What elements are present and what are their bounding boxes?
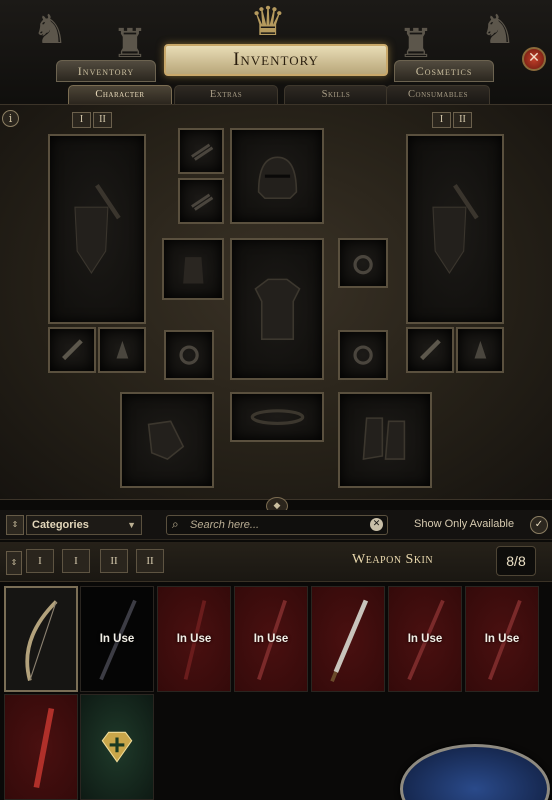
weapon-set-1-button[interactable]: I	[72, 112, 91, 128]
ring-icon	[353, 345, 373, 365]
crystal-icon	[116, 341, 128, 359]
skin-cell[interactable]: In Use	[157, 586, 231, 692]
weapon-set-2-button[interactable]: II	[453, 112, 472, 128]
sword-icon	[33, 707, 55, 789]
ring-icon	[179, 345, 199, 365]
chevron-down-icon: ▼	[127, 520, 136, 530]
subtab-skills[interactable]: Skills	[284, 85, 388, 105]
add-skin-icon	[101, 731, 133, 763]
angel-ornament-icon: ♛	[250, 0, 286, 44]
subtab-character[interactable]: Character	[68, 85, 172, 105]
sword-shield-icon	[432, 183, 479, 274]
arrow-icon	[191, 193, 214, 212]
show-only-available-label: Show Only Available	[414, 518, 515, 530]
flask-slot-left-1[interactable]	[48, 327, 96, 373]
skin-cell[interactable]	[80, 694, 154, 800]
flask-icon	[419, 339, 441, 361]
sort-toggle-icon[interactable]: ⇕	[6, 515, 24, 535]
griffin-ornament-icon: ♞	[480, 7, 516, 52]
show-only-available-checkbox[interactable]: ✓	[530, 516, 548, 534]
gloves-slot[interactable]	[120, 392, 214, 488]
arrow-icon	[191, 143, 214, 162]
in-use-label: In Use	[99, 633, 135, 645]
weapon-set-filter-1a[interactable]: I	[26, 549, 54, 573]
categories-dropdown[interactable]: Categories ▼	[26, 515, 142, 535]
weapon-slot-right[interactable]	[406, 134, 504, 324]
quiver-slot-1[interactable]	[178, 128, 224, 174]
subtab-extras[interactable]: Extras	[174, 85, 278, 105]
skin-cell[interactable]	[4, 694, 78, 800]
crystal-icon	[474, 341, 486, 359]
search-input[interactable]	[190, 516, 366, 534]
weapon-skin-count: 8/8	[496, 546, 536, 576]
sword-shield-icon	[74, 183, 121, 274]
flask-slot-left-2[interactable]	[98, 327, 146, 373]
tab-cosmetics[interactable]: Cosmetics	[394, 60, 494, 82]
flask-icon	[61, 339, 83, 361]
info-icon[interactable]: i	[2, 110, 19, 127]
skin-cell[interactable]: In Use	[234, 586, 308, 692]
weapon-set-toggle-left: I II	[72, 112, 112, 128]
categories-label: Categories	[32, 519, 89, 531]
weapon-set-filter-2a[interactable]: II	[100, 549, 128, 573]
amulet-slot[interactable]	[338, 238, 388, 288]
weapon-set-filter-2b[interactable]: II	[136, 549, 164, 573]
in-use-label: In Use	[176, 633, 212, 645]
weapon-skin-title: Weapon Skin	[352, 552, 434, 567]
belt-icon	[250, 409, 304, 425]
boots-slot[interactable]	[338, 392, 432, 488]
helmet-icon	[257, 156, 297, 199]
weapon-set-filter-1b[interactable]: I	[62, 549, 90, 573]
offhand-slot[interactable]	[162, 238, 224, 300]
skin-cell[interactable]: In Use	[465, 586, 539, 692]
amulet-icon	[353, 254, 373, 275]
subtab-consumables[interactable]: Consumables	[386, 85, 490, 105]
ring-slot-left[interactable]	[164, 330, 214, 380]
griffin-ornament-icon: ♞	[32, 7, 68, 52]
belt-slot[interactable]	[230, 392, 324, 442]
skin-cell[interactable]	[4, 586, 78, 692]
ring-slot-right[interactable]	[338, 330, 388, 380]
weapon-slot-left[interactable]	[48, 134, 146, 324]
body-armour-slot[interactable]	[230, 238, 324, 380]
flask-slot-right-2[interactable]	[456, 327, 504, 373]
clear-search-icon[interactable]: ✕	[370, 518, 383, 531]
skin-cell[interactable]	[311, 586, 385, 692]
boots-icon	[362, 417, 405, 460]
sort-toggle-icon[interactable]: ⇕	[6, 551, 22, 575]
tab-inventory[interactable]: Inventory	[56, 60, 156, 82]
quiver-slot-2[interactable]	[178, 178, 224, 224]
in-use-label: In Use	[484, 633, 520, 645]
skin-cell[interactable]: In Use	[388, 586, 462, 692]
weapon-set-toggle-right: I II	[432, 112, 472, 128]
helmet-slot[interactable]	[230, 128, 324, 224]
search-icon: ⌕	[172, 517, 179, 531]
sword-icon	[330, 599, 369, 683]
flask-slot-right-1[interactable]	[406, 327, 454, 373]
skin-cell[interactable]: In Use	[80, 586, 154, 692]
gloves-icon	[147, 420, 184, 460]
in-use-label: In Use	[253, 633, 289, 645]
weapon-set-1-button[interactable]: I	[432, 112, 451, 128]
body-armour-icon	[253, 278, 301, 340]
bow-icon	[25, 600, 58, 681]
page-title: Inventory	[164, 44, 388, 76]
close-button[interactable]: ✕	[522, 47, 546, 71]
cape-icon	[182, 256, 204, 284]
weapon-set-2-button[interactable]: II	[93, 112, 112, 128]
in-use-label: In Use	[407, 633, 443, 645]
